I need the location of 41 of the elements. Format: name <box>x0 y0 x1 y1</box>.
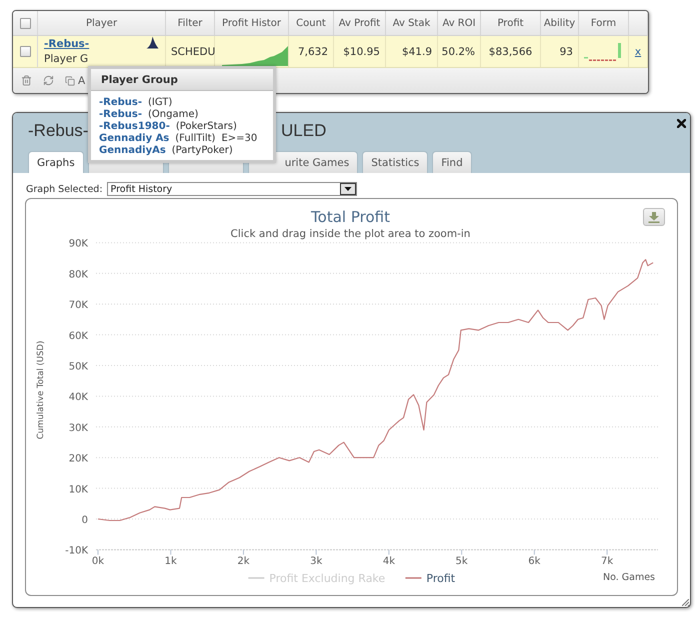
axis-label: 4k <box>382 556 395 567</box>
axis-label: 70K <box>68 300 88 312</box>
table-cell: 93 <box>541 36 579 67</box>
axis-title: Cumulative Total (USD) <box>36 340 46 440</box>
axis-label: 5k <box>456 556 468 567</box>
site-label: (PokerStars) <box>176 120 237 132</box>
axis-label: 50K <box>68 362 88 372</box>
axis-label: 30K <box>68 422 88 434</box>
dialog-title: -Rebus- <box>28 121 88 141</box>
axis-label: -10K <box>65 546 88 557</box>
axis-label: 40K <box>68 392 88 404</box>
site-label: (PartyPoker) <box>172 144 233 156</box>
site-label: (Ongame) <box>148 108 198 120</box>
axis-label: 10K <box>68 484 88 496</box>
tooltip-title: Player Group <box>91 69 273 91</box>
site-label: (FullTilt) <box>175 132 216 144</box>
axis-title: No. Games <box>602 572 655 583</box>
table-cell: 50.2% <box>438 36 481 67</box>
site-label: (IGT) <box>148 96 172 108</box>
chart-title: Total Profit <box>311 208 390 226</box>
table-cell: $10.95 <box>334 36 386 67</box>
chart-subtitle: Click and drag inside the plot area to zoom-in <box>230 228 470 240</box>
axis-label: 0k <box>92 556 104 567</box>
axis-label: 3k <box>310 556 322 567</box>
axis-label: 60K <box>68 330 88 342</box>
table-cell: 7,632 <box>289 36 334 67</box>
legend-label: Profit <box>426 572 456 585</box>
group-label: Player G <box>44 53 88 65</box>
dialog-title: ULED <box>281 121 326 141</box>
table-cell: $83,566 <box>481 36 541 67</box>
axis-label: 80K <box>68 269 88 280</box>
axis-label: 2k <box>237 556 250 567</box>
axis-label: 0 <box>82 515 88 526</box>
select-label: Graph Selected: <box>26 184 103 194</box>
axis-label: 1k <box>164 556 177 567</box>
axis-label: 90K <box>68 238 88 250</box>
axis-label: 20K <box>68 454 88 465</box>
axis-label: 6k <box>528 556 540 567</box>
table-cell: $41.9 <box>386 36 438 67</box>
axis-label: 7k <box>601 556 614 567</box>
filter-label: E>=30 <box>221 132 258 144</box>
